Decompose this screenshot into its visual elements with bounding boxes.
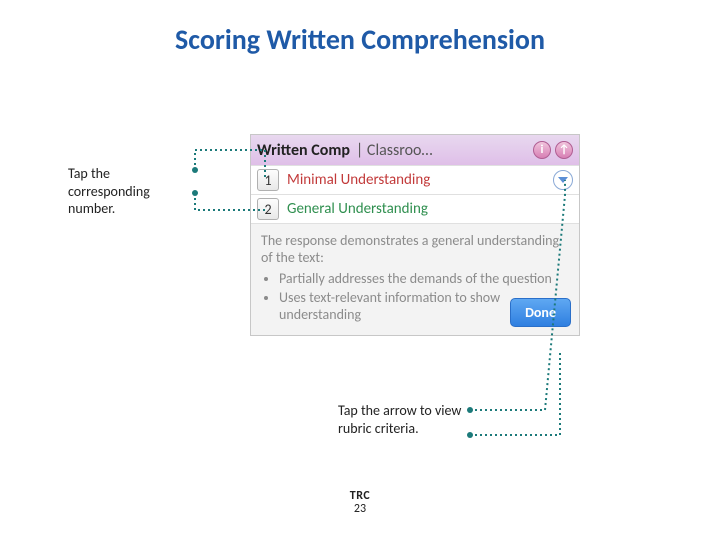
up-arrow-icon[interactable]: ↑ [555, 141, 573, 159]
app-header: Written Comp | Classroo… i ↑ [251, 135, 579, 165]
footer-page-number: 23 [0, 503, 720, 516]
callout-tap-number: Tap the corresponding number. [68, 165, 188, 218]
slide-title: Scoring Written Comprehension [0, 22, 720, 57]
expand-arrow-icon[interactable] [553, 170, 573, 190]
score-option-1[interactable]: 1 Minimal Understanding [251, 165, 579, 194]
rubric-criteria-panel: The response demonstrates a general unde… [251, 223, 579, 335]
score-label-1: Minimal Understanding [287, 171, 430, 189]
app-panel: Written Comp | Classroo… i ↑ 1 Minimal U… [250, 134, 580, 336]
score-option-2[interactable]: 2 General Understanding [251, 194, 579, 223]
info-icon[interactable]: i [533, 141, 551, 159]
slide-footer: TRC 23 [0, 490, 720, 516]
criteria-item: Partially addresses the demands of the q… [279, 270, 569, 287]
header-breadcrumb: | Classroo… [356, 141, 527, 160]
score-label-2: General Understanding [287, 200, 428, 218]
header-app-name: Written Comp [257, 141, 350, 160]
callout-tap-arrow: Tap the arrow to view rubric criteria. [338, 402, 468, 437]
done-button[interactable]: Done [510, 298, 571, 327]
footer-label: TRC [0, 490, 720, 503]
score-number-1[interactable]: 1 [257, 169, 279, 191]
header-icons: i ↑ [533, 141, 573, 159]
score-number-2[interactable]: 2 [257, 198, 279, 220]
criteria-intro: The response demonstrates a general unde… [261, 232, 569, 266]
